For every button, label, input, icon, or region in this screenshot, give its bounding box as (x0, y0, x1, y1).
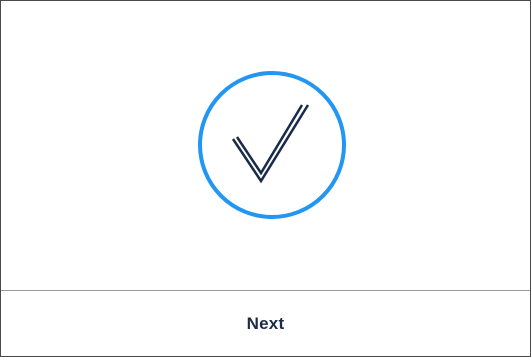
dialog-content (1, 1, 530, 290)
next-button-label: Next (246, 313, 285, 333)
check-stroke-outer (231, 104, 310, 184)
success-dialog: Next (0, 0, 531, 357)
next-button[interactable]: Next (1, 291, 530, 356)
checkmark-circle-icon (196, 69, 348, 221)
checkmark-svg (198, 71, 346, 219)
success-circle (198, 71, 346, 219)
check-stroke-inner (235, 104, 304, 176)
